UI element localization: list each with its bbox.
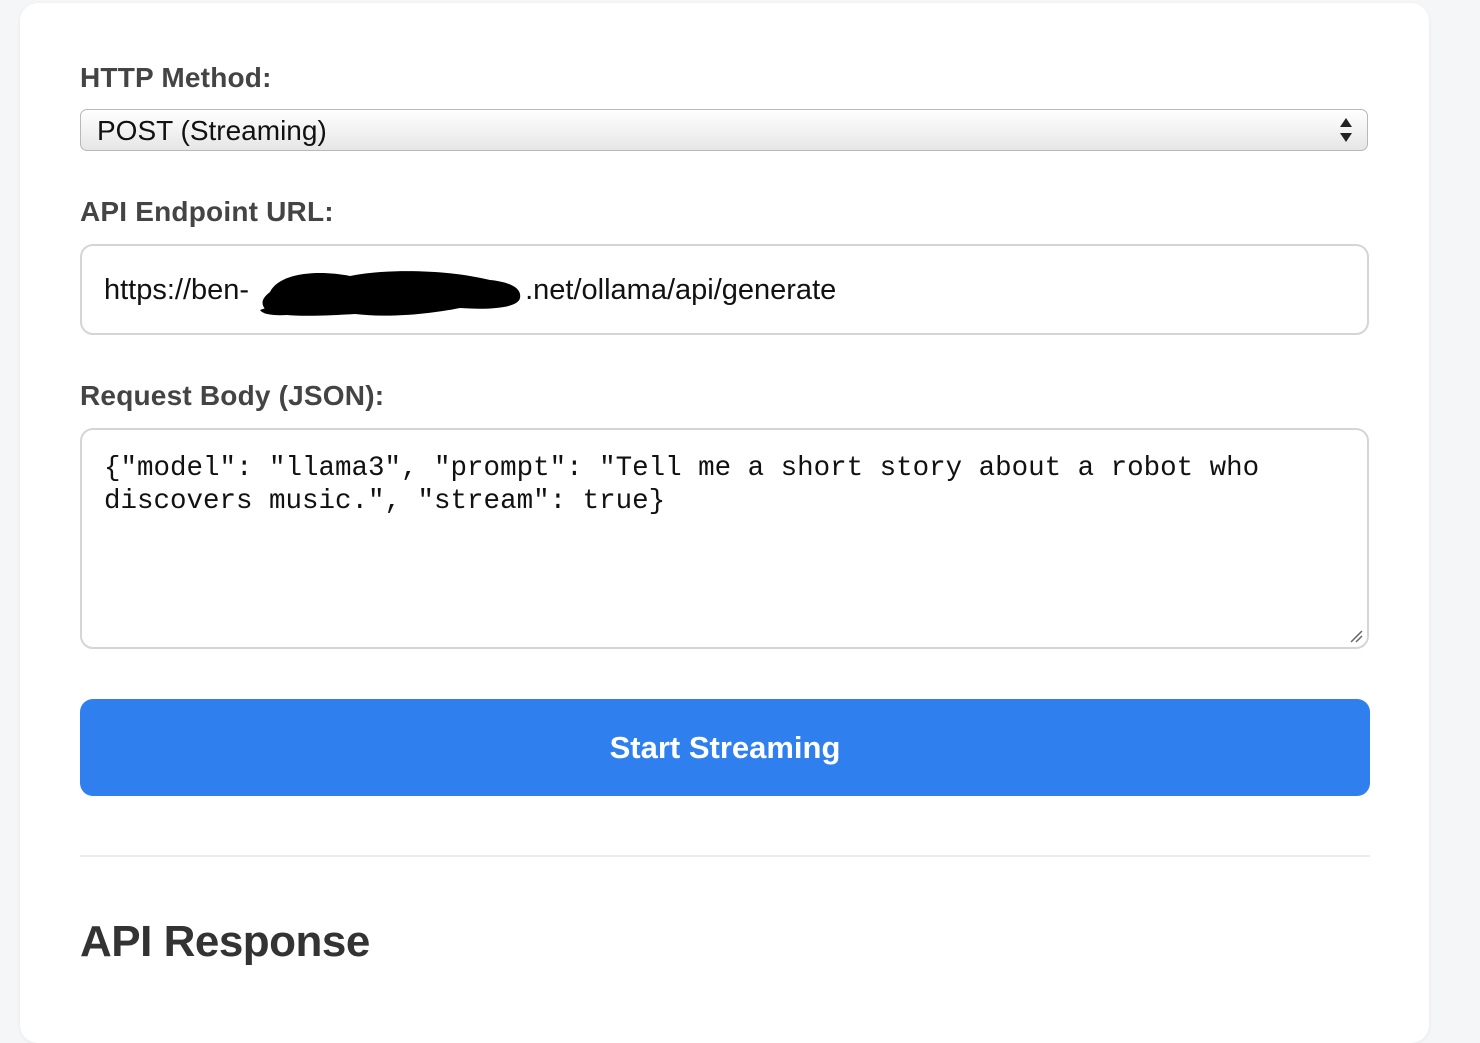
http-method-select[interactable]: POST (Streaming) xyxy=(80,109,1368,151)
http-method-selected-value: POST (Streaming) xyxy=(97,115,327,146)
request-body-value: {"model": "llama3", "prompt": "Tell me a… xyxy=(104,453,1276,517)
http-method-label: HTTP Method: xyxy=(80,62,272,93)
start-streaming-button[interactable]: Start Streaming xyxy=(80,699,1370,796)
url-prefix: https://ben- xyxy=(104,274,250,306)
chevron-up-down-icon xyxy=(1340,118,1352,142)
api-response-heading: API Response xyxy=(80,917,370,966)
api-endpoint-label: API Endpoint URL: xyxy=(80,196,334,227)
request-body-label: Request Body (JSON): xyxy=(80,380,385,411)
request-body-textarea[interactable]: {"model": "llama3", "prompt": "Tell me a… xyxy=(80,428,1369,649)
url-suffix: .net/ollama/api/generate xyxy=(525,274,837,306)
redaction-mark xyxy=(260,271,521,316)
section-divider xyxy=(80,855,1370,857)
resize-handle-icon[interactable] xyxy=(1349,629,1363,643)
api-endpoint-input[interactable]: https://ben- .net/ollama/api/generate xyxy=(80,244,1369,335)
